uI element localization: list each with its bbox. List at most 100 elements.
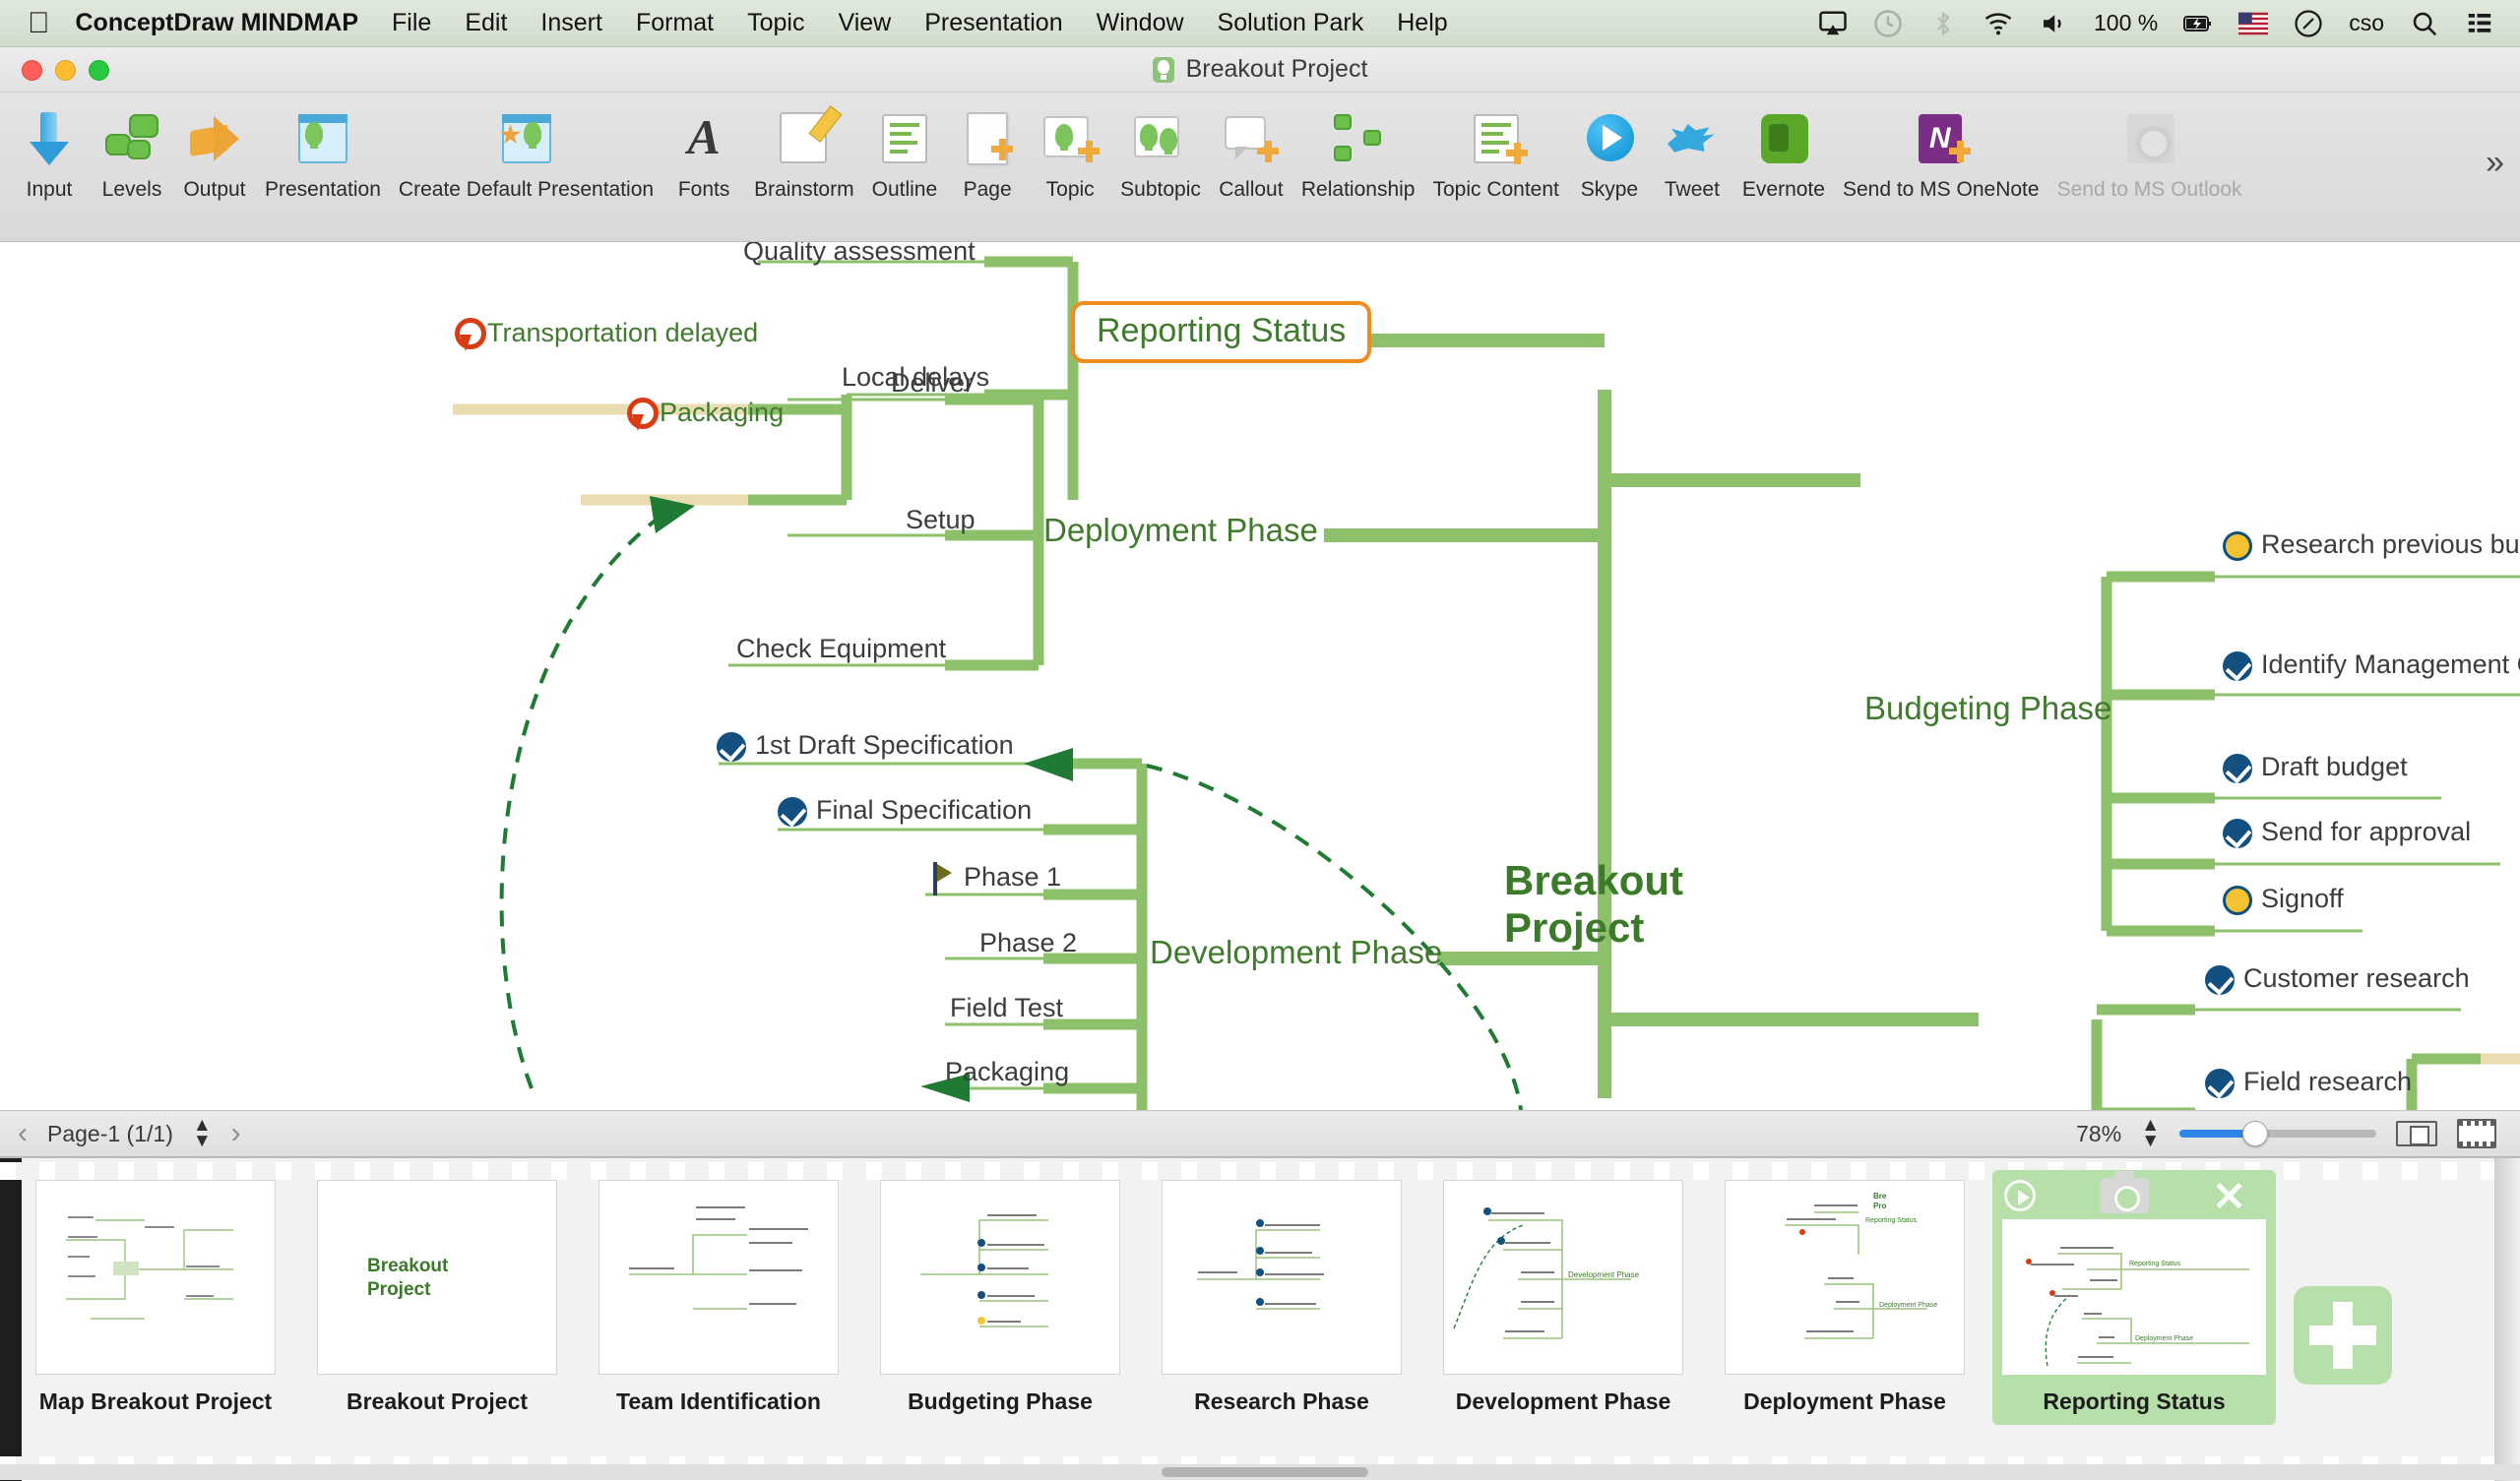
toolbar-button-topic[interactable]: Topic — [1029, 93, 1111, 202]
branch-development-phase[interactable]: Development Phase — [1150, 934, 1442, 971]
menu-item-presentation[interactable]: Presentation — [924, 9, 1062, 37]
close-icon[interactable] — [2213, 1180, 2244, 1211]
toolbar-button-subtopic[interactable]: Subtopic — [1111, 93, 1210, 202]
topic-setup[interactable]: Setup — [906, 505, 976, 535]
menu-item-edit[interactable]: Edit — [465, 9, 507, 37]
slide-thumbnail: Reporting StatusDeployment Phase — [2002, 1219, 2266, 1375]
add-slide-button[interactable] — [2294, 1286, 2392, 1385]
topic-identify-management-criteria[interactable]: Identify Management C — [2223, 649, 2520, 681]
flag-icon — [933, 862, 955, 895]
menubar-user-label[interactable]: cso — [2349, 10, 2384, 36]
svg-text:Deployment Phase: Deployment Phase — [2135, 1335, 2193, 1342]
topic-transportation-delayed[interactable]: Transportation delayed — [453, 318, 758, 351]
toolbar-button-brainstorm[interactable]: Brainstorm — [745, 93, 863, 202]
time-machine-icon[interactable] — [1873, 9, 1903, 38]
camera-icon[interactable] — [2100, 1178, 2149, 1213]
slide-development-phase[interactable]: Development Phase Development Phase — [1443, 1180, 1683, 1425]
topic-check-equipment[interactable]: Check Equipment — [736, 634, 946, 664]
toolbar-button-outline[interactable]: Outline — [863, 93, 947, 202]
central-topic-breakout-project[interactable]: Breakout Project — [1504, 857, 1683, 953]
topic-send-for-approval[interactable]: Send for approval — [2223, 817, 2471, 848]
zoom-slider[interactable] — [2179, 1130, 2376, 1138]
battery-charging-icon[interactable] — [2183, 9, 2213, 38]
topic-signoff[interactable]: Signoff — [2223, 884, 2344, 915]
toolbar-button-tweet[interactable]: Tweet — [1651, 93, 1733, 202]
zoom-slider-knob[interactable] — [2242, 1121, 2268, 1146]
toolbar-button-send-to-ms-outlook: Send to MS Outlook — [2048, 93, 2251, 202]
topic-deliver[interactable]: Deliver — [891, 368, 974, 399]
topic-field-test[interactable]: Field Test — [950, 993, 1063, 1023]
control-center-icon[interactable] — [2465, 9, 2494, 38]
close-button[interactable] — [22, 60, 42, 81]
menu-item-file[interactable]: File — [392, 9, 431, 37]
apple-logo-icon[interactable]:  — [28, 9, 50, 38]
menu-item-solution-park[interactable]: Solution Park — [1218, 9, 1364, 37]
mindmap-canvas[interactable]: Quality assessment Reporting Status Loca… — [0, 242, 2520, 1110]
filmstrip-scrollbar-thumb[interactable] — [1162, 1467, 1368, 1477]
toolbar-button-evernote[interactable]: Evernote — [1733, 93, 1834, 202]
bluetooth-icon[interactable] — [1928, 9, 1958, 38]
topic-draft-budget[interactable]: Draft budget — [2223, 752, 2408, 783]
branch-deployment-phase[interactable]: Deployment Phase — [1043, 512, 1318, 549]
topic-field-research[interactable]: Field research — [2205, 1067, 2412, 1098]
branch-budgeting-phase[interactable]: Budgeting Phase — [1864, 690, 2111, 727]
search-icon[interactable] — [2410, 9, 2439, 38]
pin-icon — [453, 318, 478, 351]
toolbar-button-send-to-ms-onenote[interactable]: N Send to MS OneNote — [1834, 93, 2048, 202]
toolbar-button-fonts[interactable]: A Fonts — [662, 93, 745, 202]
toolbar-button-presentation[interactable]: Presentation — [256, 93, 390, 202]
wifi-icon[interactable] — [1984, 9, 2013, 38]
topic-phase-2[interactable]: Phase 2 — [979, 928, 1077, 958]
toolbar-button-skype[interactable]: Skype — [1568, 93, 1651, 202]
toolbar-label-brainstorm: Brainstorm — [754, 178, 854, 202]
menu-item-insert[interactable]: Insert — [540, 9, 602, 37]
airplay-icon[interactable] — [1818, 9, 1848, 38]
menu-item-app[interactable]: ConceptDraw MINDMAP — [76, 9, 359, 37]
zoom-button[interactable] — [89, 60, 109, 81]
toolbar-button-output[interactable]: Output — [173, 93, 256, 202]
topic-research-previous-budget[interactable]: Research previous budg — [2223, 529, 2520, 561]
volume-icon[interactable] — [2039, 9, 2068, 38]
menu-item-format[interactable]: Format — [636, 9, 714, 37]
toolbar-button-topic-content[interactable]: Topic Content — [1423, 93, 1567, 202]
toolbar-button-callout[interactable]: Callout — [1210, 93, 1292, 202]
filmstrip-scrollbar[interactable] — [0, 1464, 2520, 1480]
minimize-button[interactable] — [55, 60, 76, 81]
siri-icon[interactable] — [2294, 9, 2323, 38]
menu-item-help[interactable]: Help — [1397, 9, 1447, 37]
topic-quality-assessment[interactable]: Quality assessment — [743, 242, 976, 267]
menu-item-window[interactable]: Window — [1097, 9, 1184, 37]
slide-budgeting-phase[interactable]: Budgeting Phase — [880, 1180, 1120, 1425]
topic-customer-research[interactable]: Customer research — [2205, 963, 2470, 995]
view-mode-icon[interactable] — [2396, 1121, 2437, 1146]
us-flag-icon[interactable] — [2238, 9, 2268, 38]
page-stepper[interactable]: ▲▼ — [193, 1118, 212, 1148]
play-icon[interactable] — [2004, 1180, 2036, 1211]
menu-item-view[interactable]: View — [839, 9, 892, 37]
topic-1st-draft-specification[interactable]: 1st Draft Specification — [717, 730, 1014, 762]
toolbar-button-input[interactable]: Input — [8, 93, 91, 202]
chevron-right-icon[interactable]: › — [231, 1117, 241, 1150]
topic-packaging-development[interactable]: Packaging — [945, 1057, 1069, 1087]
topic-phase-1[interactable]: Phase 1 — [933, 862, 1061, 895]
toolbar-button-relationship[interactable]: Relationship — [1292, 93, 1424, 202]
filmstrip-icon[interactable] — [2457, 1119, 2496, 1148]
slide-team-identification[interactable]: Team Identification — [598, 1180, 839, 1425]
toolbar-button-levels[interactable]: Levels — [91, 93, 173, 202]
fonts-icon: A — [671, 106, 736, 171]
menu-item-topic[interactable]: Topic — [747, 9, 804, 37]
zoom-stepper[interactable]: ▲▼ — [2141, 1118, 2160, 1148]
topic-final-specification[interactable]: Final Specification — [778, 795, 1032, 827]
toolbar-button-page[interactable]: Page — [946, 93, 1029, 202]
toolbar-overflow-button[interactable]: » — [2486, 144, 2504, 182]
slide-map-breakout-project[interactable]: Map Breakout Project — [35, 1180, 276, 1425]
slide-reporting-status[interactable]: Reporting StatusDeployment Phase Reporti… — [1992, 1170, 2276, 1425]
selected-topic-reporting-status[interactable]: Reporting Status — [1071, 301, 1371, 363]
slide-research-phase[interactable]: Research Phase — [1162, 1180, 1402, 1425]
toolbar-label-send-to-ms-onenote: Send to MS OneNote — [1843, 178, 2040, 202]
topic-packaging-reporting[interactable]: Packaging — [625, 398, 784, 431]
toolbar-button-create-default-presentation[interactable]: Create Default Presentation — [390, 93, 662, 202]
slide-breakout-project[interactable]: BreakoutProject Breakout Project — [317, 1180, 557, 1425]
slide-deployment-phase[interactable]: Reporting StatusDeployment PhaseBrePro D… — [1725, 1180, 1965, 1425]
chevron-left-icon[interactable]: ‹ — [18, 1117, 28, 1150]
